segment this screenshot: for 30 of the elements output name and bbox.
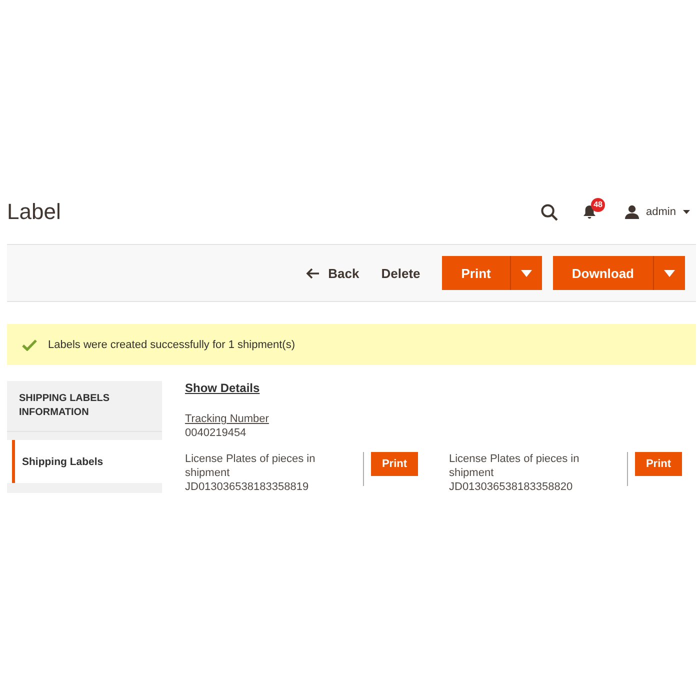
print-button[interactable]: Print (635, 452, 682, 476)
page-title: Label (7, 199, 62, 225)
package-number: JD013036538183358819 (185, 480, 309, 494)
search-icon (541, 204, 558, 220)
sidebar-title: SHIPPING LABELS INFORMATION (7, 381, 162, 432)
message-text: Labels were created successfully for 1 shipment(s) (48, 338, 295, 350)
sidebar-tab[interactable]: Shipping Labels (7, 440, 162, 483)
user-menu[interactable]: admin (625, 205, 696, 219)
back-arrow-icon (306, 268, 320, 278)
action-button[interactable]: Download (552, 256, 653, 290)
package-label: License Plates of pieces in shipment (185, 452, 316, 480)
print-button[interactable]: Print (371, 452, 418, 476)
back-button[interactable]: Back (295, 256, 370, 290)
tracking-number-label[interactable]: Tracking Number (185, 412, 269, 426)
action-button[interactable]: Print (442, 256, 510, 290)
search-button[interactable] (541, 204, 558, 220)
user-icon (625, 205, 640, 219)
notification-badge: 48 (591, 198, 606, 212)
dropdown-toggle[interactable] (653, 256, 685, 290)
show-details-link[interactable]: Show Details (185, 381, 260, 395)
check-icon (22, 338, 37, 350)
tracking-number-value: 0040219454 (185, 426, 246, 440)
caret-down-icon (683, 210, 690, 214)
caret-down-icon (664, 270, 675, 276)
package-number: JD013036538183358820 (449, 480, 573, 494)
dropdown-toggle[interactable] (510, 256, 542, 290)
notifications-button[interactable]: 48 (583, 198, 606, 219)
delete-button[interactable]: Delete (370, 256, 432, 290)
package-label: License Plates of pieces in shipment (449, 452, 580, 480)
caret-down-icon (520, 270, 532, 276)
